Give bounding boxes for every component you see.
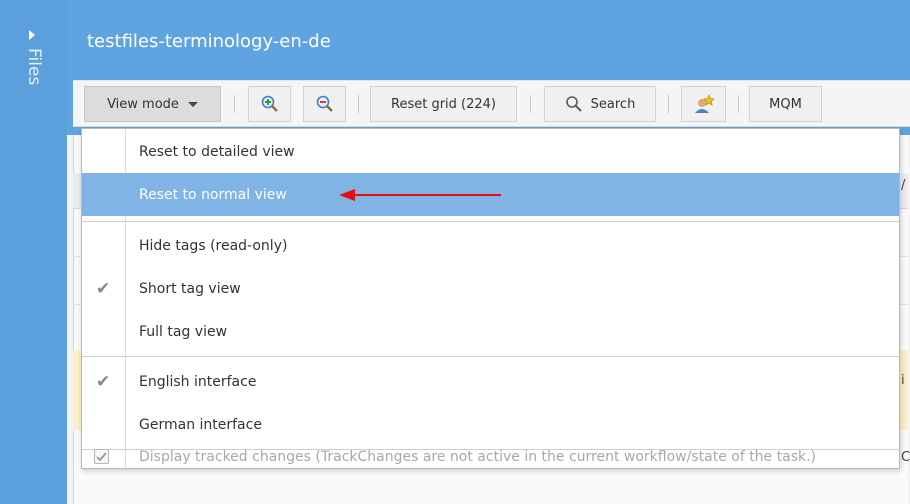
zoom-in-button[interactable] (248, 86, 291, 122)
caret-right-icon[interactable] (29, 30, 35, 40)
menu-item-label: German interface (139, 417, 262, 433)
menu-item-short-tag-view[interactable]: ✔ Short tag view (82, 268, 899, 310)
menu-item-english-interface[interactable]: ✔ English interface (82, 361, 899, 403)
view-mode-button[interactable]: View mode (84, 86, 221, 122)
menu-item-display-tracked-changes: Display tracked changes (TrackChanges ar… (82, 449, 899, 468)
menu-item-label: Display tracked changes (TrackChanges ar… (139, 449, 817, 465)
annotation-arrow-icon (339, 189, 501, 201)
menu-item-label: Reset to detailed view (139, 144, 295, 160)
toolbar-separator (530, 95, 531, 113)
menu-item-label: Full tag view (139, 324, 228, 340)
checkmark-icon (96, 452, 107, 462)
grid-text-fragment: C (901, 450, 910, 465)
menu-item-label: English interface (139, 374, 257, 390)
toolbar-separator (738, 95, 739, 113)
search-icon (565, 96, 582, 112)
collapsed-files-panel[interactable]: Files (0, 0, 67, 504)
zoom-out-button[interactable] (303, 86, 346, 122)
checkbox-checked-icon (94, 449, 109, 464)
zoom-out-icon (316, 95, 333, 112)
user-star-icon (694, 94, 715, 113)
menu-item-label: Reset to normal view (139, 186, 287, 203)
menu-item-hide-tags[interactable]: Hide tags (read-only) (82, 226, 899, 266)
menu-item-label: Short tag view (139, 281, 241, 297)
menu-separator (82, 221, 899, 222)
zoom-in-icon (261, 95, 278, 112)
grid-text-fragment: / (901, 178, 906, 193)
checkmark-icon: ✔ (96, 372, 111, 392)
menu-separator (82, 356, 899, 357)
checkmark-icon: ✔ (96, 279, 111, 299)
toolbar-separator (358, 95, 359, 113)
mqm-button[interactable]: MQM (749, 86, 822, 122)
files-panel-label[interactable]: Files (24, 48, 44, 85)
chevron-down-icon (187, 101, 198, 107)
search-button[interactable]: Search (544, 86, 656, 122)
menu-item-label: Hide tags (read-only) (139, 238, 288, 254)
view-mode-label: View mode (107, 96, 179, 112)
toolbar-separator (234, 95, 235, 113)
user-preferences-button[interactable] (681, 86, 726, 122)
toolbar-separator (668, 95, 669, 113)
editor-toolbar: View mode Reset grid (224) Search MQM (73, 80, 910, 127)
menu-item-full-tag-view[interactable]: Full tag view (82, 312, 899, 352)
search-label: Search (590, 96, 636, 112)
task-title: testfiles-terminology-en-de (87, 31, 331, 52)
menu-item-reset-detailed-view[interactable]: Reset to detailed view (82, 133, 899, 171)
menu-item-german-interface[interactable]: German interface (82, 405, 899, 445)
view-mode-menu: Reset to detailed view Reset to normal v… (81, 128, 900, 469)
reset-grid-button[interactable]: Reset grid (224) (370, 86, 517, 122)
grid-text-fragment: i (901, 373, 905, 388)
